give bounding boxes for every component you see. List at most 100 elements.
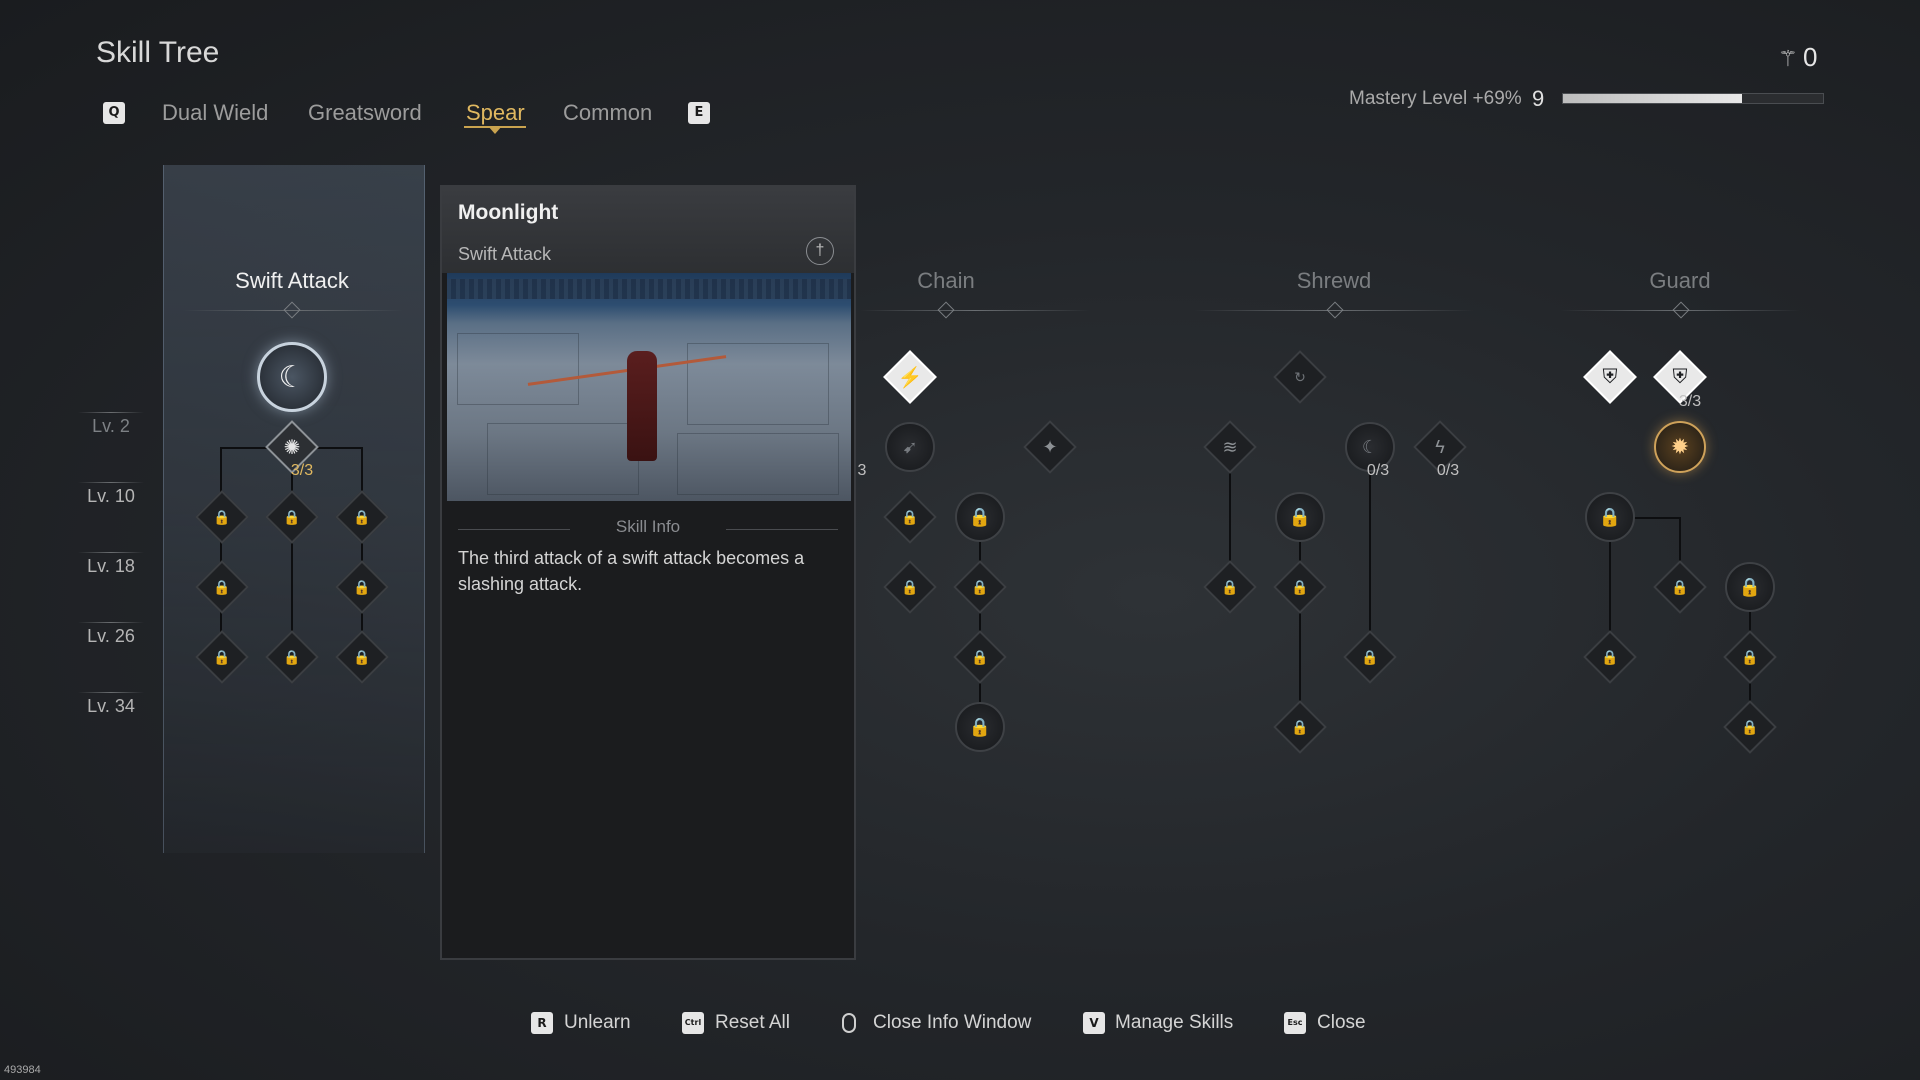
lightning-dash-icon: ϟ	[1435, 436, 1445, 457]
manage-skills-key[interactable]: V	[1083, 1012, 1105, 1034]
floor-tile	[677, 433, 839, 495]
close-key[interactable]: Esc	[1284, 1012, 1306, 1034]
mastery-label: Mastery Level +69%	[1349, 88, 1522, 109]
spear-icon: †	[806, 237, 834, 265]
reset-all-button[interactable]: Reset All	[715, 1012, 790, 1034]
lock-icon: 🔒	[1738, 576, 1762, 597]
lock-icon: 🔒	[213, 508, 231, 525]
tab-dual-wield[interactable]: Dual Wield	[162, 100, 268, 126]
lock-icon: 🔒	[1221, 578, 1239, 595]
lock-icon: 🔒	[971, 578, 989, 595]
lock-icon: 🔒	[1671, 578, 1689, 595]
skill-point-count: 0	[1803, 42, 1818, 72]
skill-rank: 0/3	[1436, 462, 1460, 479]
lock-icon: 🔒	[1598, 506, 1622, 527]
lock-icon: 🔒	[1601, 648, 1619, 665]
reset-all-key[interactable]: Ctrl	[682, 1012, 704, 1034]
lock-icon: 🔒	[1291, 718, 1309, 735]
page-title: Skill Tree	[96, 36, 220, 69]
lock-icon: 🔒	[968, 716, 992, 737]
floor-tile	[457, 333, 579, 405]
skill-node[interactable]: ⛨	[1583, 350, 1637, 404]
mastery-level: 9	[1532, 86, 1545, 111]
skill-node[interactable]: ✦	[1023, 420, 1077, 474]
locked-skill-node[interactable]: 🔒	[1725, 562, 1775, 612]
tab-common[interactable]: Common	[563, 100, 652, 126]
info-header: Moonlight Swift Attack †	[442, 187, 854, 273]
locked-skill-node[interactable]: 🔒	[1585, 492, 1635, 542]
build-id: 493984	[4, 1064, 41, 1076]
leaping-strike-icon: ⚡	[897, 366, 923, 389]
level-divider	[78, 622, 144, 623]
tree-connector	[361, 447, 363, 657]
ornament-icon	[1326, 301, 1344, 319]
tab-spear[interactable]: Spear	[466, 100, 525, 126]
balustrade	[447, 279, 851, 299]
lock-icon: 🔒	[213, 648, 231, 665]
locked-skill-node[interactable]: 🔒	[1583, 630, 1637, 684]
skill-node-highlighted[interactable]: ✹	[1654, 421, 1706, 473]
lock-icon: 🔒	[901, 508, 919, 525]
locked-skill-node[interactable]: 🔒	[955, 702, 1005, 752]
locked-skill-node[interactable]: 🔒	[1273, 700, 1327, 754]
column-divider	[860, 310, 1090, 311]
next-tab-key[interactable]: E	[688, 102, 710, 124]
burst-icon: ✹	[1670, 434, 1690, 459]
wind-dash-icon: ≋	[1222, 436, 1238, 457]
column-title-guard: Guard	[1649, 268, 1711, 293]
tree-connector	[220, 447, 222, 657]
locked-skill-node[interactable]: 🔒	[1723, 700, 1777, 754]
lock-icon: 🔒	[1361, 648, 1379, 665]
level-label: Lv. 2	[92, 416, 130, 436]
level-divider	[78, 482, 144, 483]
unlearn-button[interactable]: Unlearn	[564, 1012, 631, 1034]
close-info-window-button[interactable]: Close Info Window	[873, 1012, 1031, 1034]
skill-node[interactable]: ≋	[1203, 420, 1257, 474]
prev-tab-key[interactable]: Q	[103, 102, 125, 124]
skill-category: Swift Attack	[458, 244, 552, 264]
locked-skill-node[interactable]: 🔒	[1275, 492, 1325, 542]
skill-rank: 3	[857, 462, 867, 479]
skill-rank: 3/3	[1678, 393, 1702, 410]
lock-icon: 🔒	[1741, 718, 1759, 735]
skill-node[interactable]: ➹	[885, 422, 935, 472]
locked-skill-node[interactable]: 🔒	[1343, 630, 1397, 684]
skill-node-moonlight[interactable]: ☾	[257, 342, 327, 412]
column-title-chain: Chain	[917, 268, 975, 293]
locked-skill-node[interactable]: 🔒	[1273, 560, 1327, 614]
close-button[interactable]: Close	[1317, 1012, 1366, 1034]
tab-greatsword[interactable]: Greatsword	[308, 100, 422, 126]
skill-rank: 0/3	[1366, 462, 1390, 479]
lock-icon: 🔒	[353, 578, 371, 595]
manage-skills-button[interactable]: Manage Skills	[1115, 1012, 1233, 1034]
skill-node[interactable]: ↻	[1273, 350, 1327, 404]
locked-skill-node[interactable]: 🔒	[955, 492, 1005, 542]
locked-skill-node[interactable]: 🔒	[1203, 560, 1257, 614]
level-label: Lv. 34	[87, 696, 135, 716]
skill-point-icon: ⚚	[1778, 46, 1798, 71]
locked-skill-node[interactable]: 🔒	[953, 560, 1007, 614]
level-divider	[78, 692, 144, 693]
skill-description: The third attack of a swift attack becom…	[458, 548, 805, 594]
level-divider	[78, 552, 144, 553]
skill-node[interactable]: ⚡	[883, 350, 937, 404]
lock-icon: 🔒	[901, 578, 919, 595]
lock-icon: 🔒	[353, 648, 371, 665]
locked-skill-node[interactable]: 🔒	[1653, 560, 1707, 614]
lock-icon: 🔒	[1288, 506, 1312, 527]
evade-icon: ↻	[1294, 368, 1306, 385]
locked-skill-node[interactable]: 🔒	[953, 630, 1007, 684]
ornament-icon	[1672, 301, 1690, 319]
level-label: Lv. 10	[87, 486, 135, 506]
locked-skill-node[interactable]: 🔒	[1723, 630, 1777, 684]
lock-icon: 🔒	[968, 506, 992, 527]
unlearn-key[interactable]: R	[531, 1012, 553, 1034]
lock-icon: 🔒	[1291, 578, 1309, 595]
lock-icon: 🔒	[353, 508, 371, 525]
skill-rank: 3/3	[290, 462, 314, 479]
chevron-down-icon	[488, 126, 502, 134]
locked-skill-node[interactable]: 🔒	[883, 490, 937, 544]
mouse-icon	[842, 1013, 856, 1033]
swirl-attack-icon: ✺	[283, 436, 301, 459]
locked-skill-node[interactable]: 🔒	[883, 560, 937, 614]
